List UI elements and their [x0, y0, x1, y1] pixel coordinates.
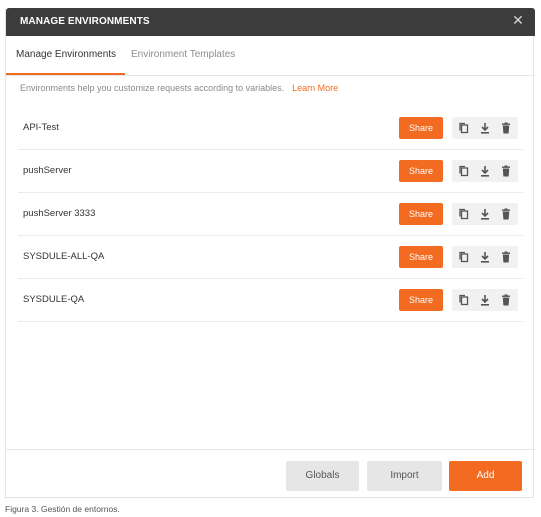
help-description: Environments help you customize requests… — [20, 83, 285, 93]
add-button[interactable]: Add — [449, 461, 522, 491]
modal-titlebar: MANAGE ENVIRONMENTS ✕ — [6, 8, 535, 36]
environment-name[interactable]: pushServer 3333 — [23, 208, 95, 219]
share-button[interactable]: Share — [399, 160, 443, 182]
copy-icon[interactable] — [456, 163, 472, 179]
row-actions — [452, 246, 518, 268]
tab-environment-templates[interactable]: Environment Templates — [131, 49, 235, 60]
download-icon[interactable] — [477, 206, 493, 222]
trash-icon[interactable] — [498, 206, 514, 222]
trash-icon[interactable] — [498, 163, 514, 179]
active-tab-indicator — [6, 73, 125, 75]
copy-icon[interactable] — [456, 206, 472, 222]
copy-icon[interactable] — [456, 249, 472, 265]
share-button[interactable]: Share — [399, 289, 443, 311]
environment-name[interactable]: SYSDULE-QA — [23, 294, 84, 305]
globals-button[interactable]: Globals — [286, 461, 359, 491]
environment-row: pushServer Share — [18, 150, 523, 193]
download-icon[interactable] — [477, 249, 493, 265]
figure-caption: Figura 3. Gestión de entornos. — [5, 504, 120, 514]
share-button[interactable]: Share — [399, 117, 443, 139]
modal-title: MANAGE ENVIRONMENTS — [20, 16, 150, 27]
modal-footer: Globals Import Add — [6, 449, 535, 498]
environment-row: pushServer 3333 Share — [18, 193, 523, 236]
download-icon[interactable] — [477, 120, 493, 136]
copy-icon[interactable] — [456, 292, 472, 308]
tab-bar: Manage Environments Environment Template… — [6, 36, 535, 76]
row-actions — [452, 203, 518, 225]
row-actions — [452, 160, 518, 182]
trash-icon[interactable] — [498, 249, 514, 265]
copy-icon[interactable] — [456, 120, 472, 136]
environment-name[interactable]: SYSDULE-ALL-QA — [23, 251, 104, 262]
tab-manage-environments[interactable]: Manage Environments — [16, 49, 116, 60]
download-icon[interactable] — [477, 163, 493, 179]
download-icon[interactable] — [477, 292, 493, 308]
trash-icon[interactable] — [498, 120, 514, 136]
trash-icon[interactable] — [498, 292, 514, 308]
environment-name[interactable]: pushServer — [23, 165, 72, 176]
row-actions — [452, 117, 518, 139]
manage-environments-modal: MANAGE ENVIRONMENTS ✕ Manage Environment… — [5, 8, 535, 498]
import-button[interactable]: Import — [367, 461, 442, 491]
help-text: Environments help you customize requests… — [20, 83, 338, 93]
environment-row: SYSDULE-ALL-QA Share — [18, 236, 523, 279]
environment-row: API-Test Share — [18, 107, 523, 150]
learn-more-link[interactable]: Learn More — [292, 83, 338, 93]
close-icon[interactable]: ✕ — [511, 13, 525, 27]
environment-row: SYSDULE-QA Share — [18, 279, 523, 322]
environment-name[interactable]: API-Test — [23, 122, 59, 133]
share-button[interactable]: Share — [399, 246, 443, 268]
row-actions — [452, 289, 518, 311]
share-button[interactable]: Share — [399, 203, 443, 225]
